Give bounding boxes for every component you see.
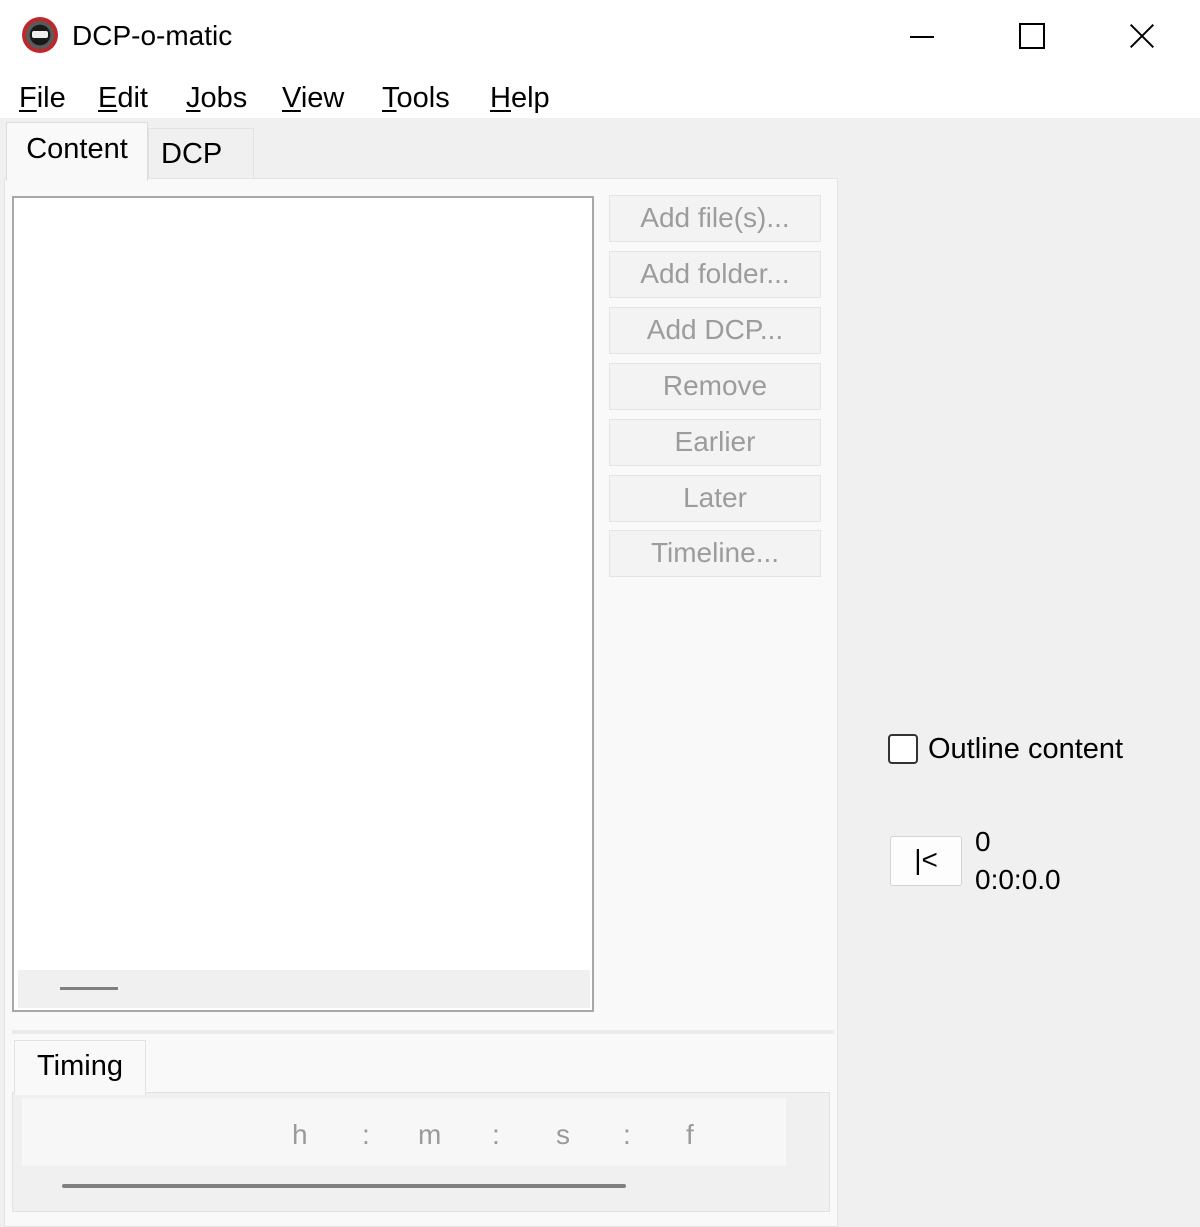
- app-logo-icon: [22, 17, 58, 53]
- timing-minutes-label: m: [418, 1119, 442, 1150]
- timeline-button[interactable]: Timeline...: [609, 530, 821, 577]
- maximize-icon: [1019, 23, 1045, 49]
- menu-view[interactable]: View: [282, 80, 344, 116]
- outline-content-checkbox[interactable]: [888, 734, 918, 764]
- app-window: DCP-o-matic File Edit Jobs View Tools He…: [0, 0, 1200, 1227]
- frame-number: 0: [975, 826, 991, 857]
- tab-timing[interactable]: Timing: [14, 1040, 146, 1095]
- content-list[interactable]: [12, 196, 594, 1012]
- timing-frames-label: f: [686, 1119, 694, 1150]
- tab-content[interactable]: Content: [6, 122, 148, 181]
- menu-file[interactable]: File: [19, 80, 66, 116]
- menu-tools[interactable]: Tools: [382, 80, 450, 116]
- later-button[interactable]: Later: [609, 475, 821, 522]
- timing-fields: [22, 1098, 786, 1166]
- rewind-to-start-button[interactable]: |<: [890, 836, 962, 886]
- minimize-button[interactable]: [868, 0, 978, 72]
- add-files-button[interactable]: Add file(s)...: [609, 195, 821, 242]
- window-title: DCP-o-matic: [72, 20, 233, 51]
- outline-content-label[interactable]: Outline content: [928, 730, 1123, 768]
- add-folder-button[interactable]: Add folder...: [609, 251, 821, 298]
- maximize-button[interactable]: [978, 0, 1088, 72]
- timing-separator: :: [623, 1119, 631, 1150]
- minimize-icon: [910, 36, 934, 38]
- title-bar[interactable]: DCP-o-matic: [0, 0, 1200, 72]
- add-dcp-button[interactable]: Add DCP...: [609, 307, 821, 354]
- timing-separator: :: [492, 1119, 500, 1150]
- earlier-button[interactable]: Earlier: [609, 419, 821, 466]
- menu-edit[interactable]: Edit: [98, 80, 148, 116]
- timing-scrollbar-thumb[interactable]: [62, 1184, 626, 1188]
- content-list-scrollbar[interactable]: [18, 970, 590, 1008]
- timing-separator: :: [362, 1119, 370, 1150]
- menu-help[interactable]: Help: [490, 80, 550, 116]
- timecode: 0:0:0.0: [975, 864, 1061, 895]
- menu-jobs[interactable]: Jobs: [186, 80, 247, 116]
- tab-dcp[interactable]: DCP: [148, 128, 254, 178]
- panel-divider: [12, 1030, 834, 1034]
- scrollbar-thumb[interactable]: [60, 987, 118, 990]
- menu-bar: File Edit Jobs View Tools Help: [0, 72, 1200, 118]
- close-button[interactable]: [1088, 0, 1198, 72]
- timing-hours-label: h: [292, 1119, 308, 1150]
- timing-seconds-label: s: [556, 1119, 570, 1150]
- remove-button[interactable]: Remove: [609, 363, 821, 410]
